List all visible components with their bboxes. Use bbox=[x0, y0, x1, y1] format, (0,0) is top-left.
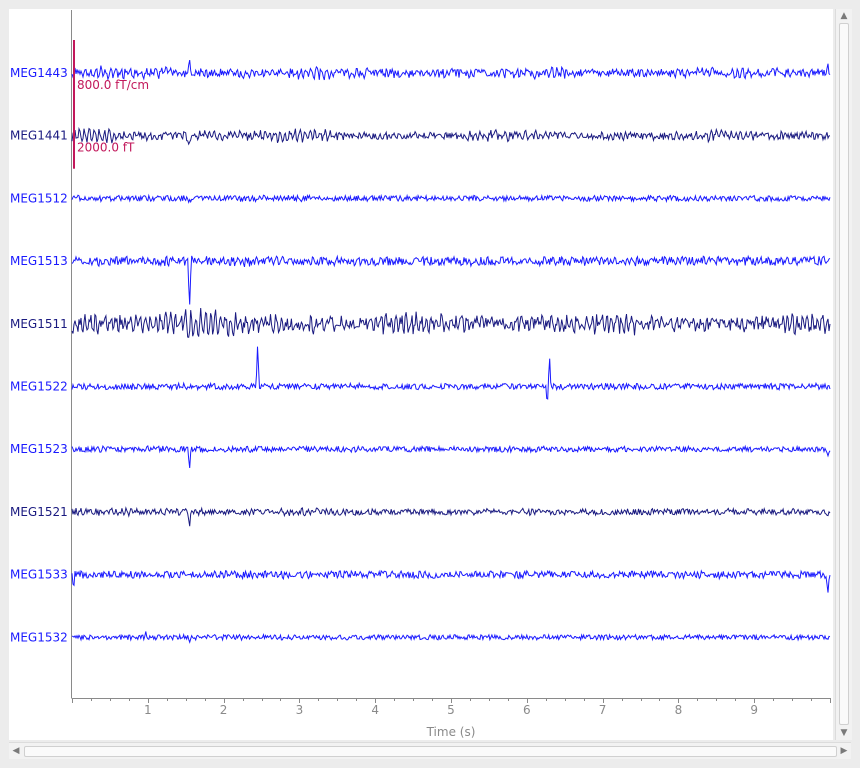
x-tick-label: 4 bbox=[371, 703, 379, 717]
trace-meg1512 bbox=[71, 193, 831, 204]
axes bbox=[71, 10, 830, 699]
scroll-right-icon[interactable]: ▶ bbox=[837, 743, 851, 759]
scale-bar-label: 800.0 fT/cm bbox=[77, 78, 149, 92]
vertical-scroll-thumb[interactable] bbox=[839, 23, 849, 725]
trace-meg1441 bbox=[71, 126, 831, 146]
x-tick-label: 3 bbox=[296, 703, 304, 717]
x-tick-label: 7 bbox=[599, 703, 607, 717]
trace-meg1523 bbox=[71, 444, 831, 469]
trace-meg1443 bbox=[71, 59, 831, 82]
channel-label: MEG1512 bbox=[10, 191, 68, 205]
channel-label: MEG1532 bbox=[10, 630, 68, 644]
raw-trace-chart: MEG1443 MEG1441 MEG1512 MEG1513 MEG1511 MEG15… bbox=[10, 10, 831, 739]
channel-label: MEG1513 bbox=[10, 254, 68, 268]
x-tick-label: 8 bbox=[675, 703, 683, 717]
x-tick-label: 6 bbox=[523, 703, 531, 717]
x-tick-label: 5 bbox=[447, 703, 455, 717]
scale-bars: 800.0 fT/cm 2000.0 fT bbox=[73, 40, 149, 169]
x-tick-label: 2 bbox=[220, 703, 228, 717]
trace-meg1533 bbox=[71, 569, 831, 593]
traces bbox=[71, 59, 831, 644]
x-tick-label: 9 bbox=[750, 703, 758, 717]
channel-labels: MEG1443 MEG1441 MEG1512 MEG1513 MEG1511 MEG15… bbox=[10, 66, 68, 644]
channel-label: MEG1533 bbox=[10, 568, 68, 582]
horizontal-scrollbar[interactable]: ◀ ▶ bbox=[9, 742, 851, 759]
channel-label: MEG1441 bbox=[10, 129, 68, 143]
channel-label: MEG1521 bbox=[10, 505, 68, 519]
trace-meg1532 bbox=[71, 631, 831, 644]
x-ticks: 1 2 3 4 5 6 7 8 9 bbox=[72, 698, 831, 717]
channel-label: MEG1443 bbox=[10, 66, 68, 80]
vertical-scrollbar[interactable]: ▲ ▼ bbox=[835, 9, 852, 740]
x-axis-title: Time (s) bbox=[426, 725, 476, 739]
trace-meg1513 bbox=[71, 254, 831, 305]
x-tick-label: 1 bbox=[144, 703, 152, 717]
horizontal-scroll-thumb[interactable] bbox=[24, 746, 837, 757]
scale-bar-label: 2000.0 fT bbox=[77, 141, 135, 155]
trace-meg1521 bbox=[71, 506, 831, 527]
scroll-down-icon[interactable]: ▼ bbox=[836, 726, 852, 740]
channel-label: MEG1523 bbox=[10, 442, 68, 456]
channel-label: MEG1522 bbox=[10, 380, 68, 394]
scroll-up-icon[interactable]: ▲ bbox=[836, 9, 852, 23]
scroll-left-icon[interactable]: ◀ bbox=[9, 743, 23, 759]
channel-label: MEG1511 bbox=[10, 317, 68, 331]
trace-meg1522 bbox=[71, 346, 831, 400]
trace-meg1511 bbox=[71, 307, 831, 338]
